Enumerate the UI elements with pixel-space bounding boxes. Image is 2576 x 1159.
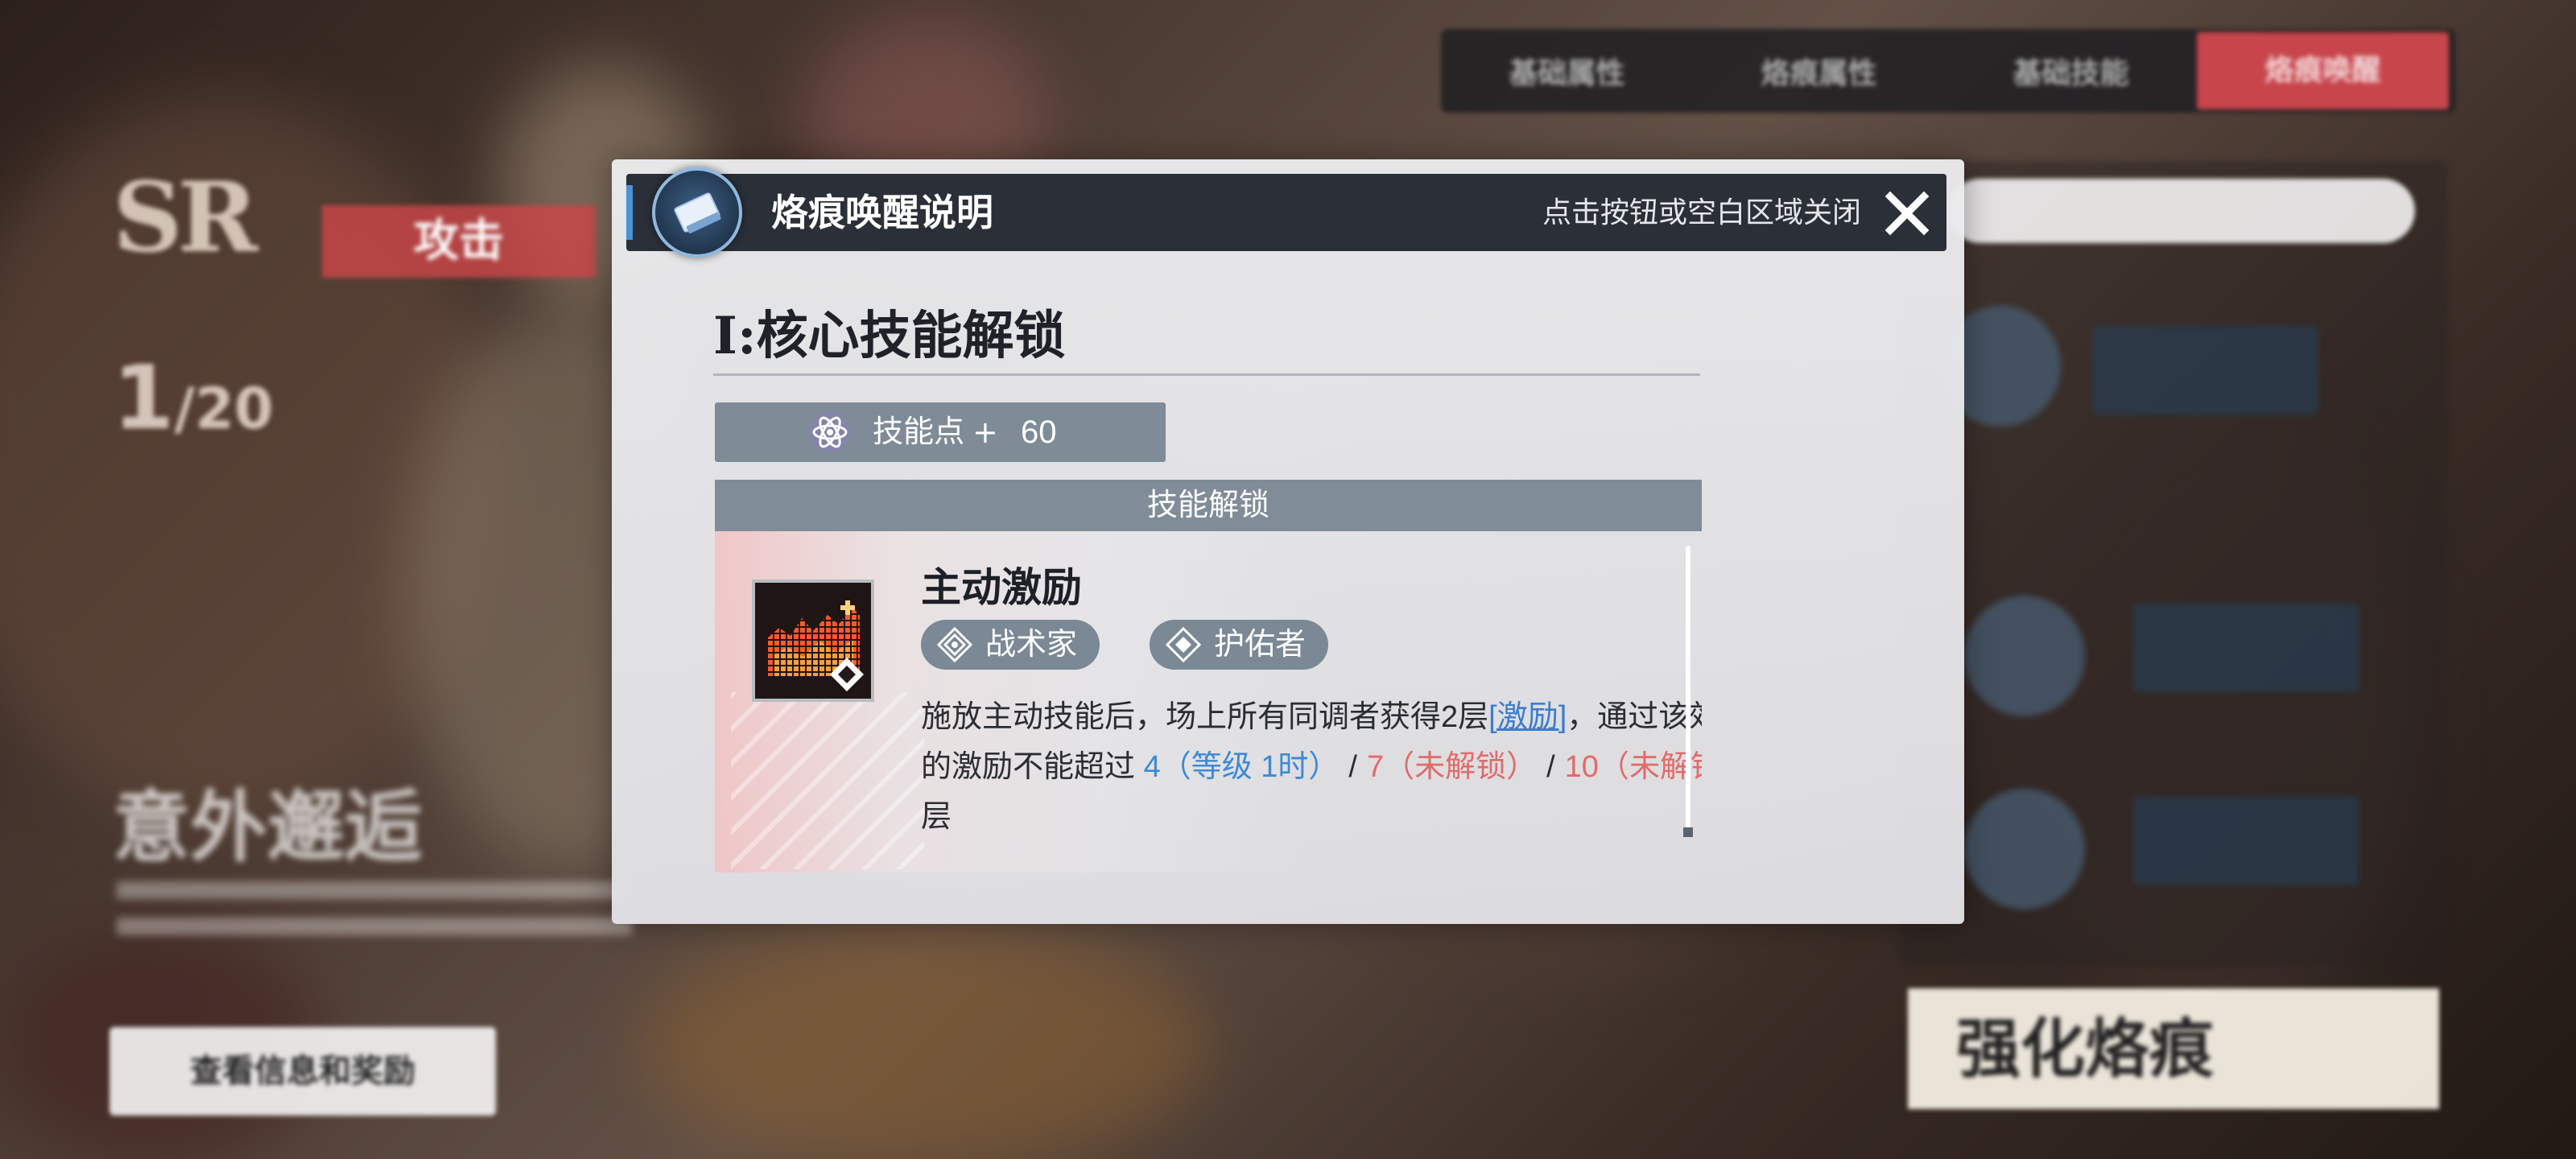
tag-label: 护佑者 bbox=[1214, 628, 1307, 662]
scrollbar-track[interactable] bbox=[1686, 546, 1690, 835]
skill-point-label: 技能点 bbox=[873, 415, 965, 449]
tactician-icon bbox=[937, 627, 972, 662]
diamond-badge-icon bbox=[830, 658, 864, 691]
close-hint: 点击按钮或空白区域关闭 bbox=[1542, 196, 1861, 229]
game-screen: 基础属性 烙痕属性 基础技能 烙痕唤醒 SR 攻击 1/20 意外邂逅 查看信息… bbox=[0, 0, 2576, 1159]
tree-node-label bbox=[2133, 604, 2359, 692]
tree-node-label bbox=[2093, 326, 2318, 415]
card-title: 意外邂逅 bbox=[113, 782, 422, 872]
protector-icon bbox=[1166, 627, 1201, 662]
skill-card[interactable]: 主动激励 战术家 护佑者 施放主动技能后，场上所有同调者获得2层[激励]，通过该… bbox=[715, 531, 1702, 872]
desc-text: 施放主动技能后，场上所有同调者获得2层 bbox=[921, 700, 1489, 734]
tag-tactician: 战术家 bbox=[921, 620, 1100, 670]
type-badge: 攻击 bbox=[322, 205, 596, 278]
atom-icon bbox=[810, 412, 850, 452]
rarity-label: SR bbox=[113, 161, 258, 274]
section-divider bbox=[713, 373, 1700, 376]
skill-point-value: 60 bbox=[1021, 415, 1057, 450]
tree-search-bar[interactable] bbox=[1948, 179, 2415, 243]
tree-node[interactable] bbox=[1964, 596, 2085, 716]
level-value-locked: 7（未解锁） bbox=[1366, 750, 1538, 784]
top-tab-bar: 基础属性 烙痕属性 基础技能 烙痕唤醒 bbox=[1441, 29, 2455, 113]
tab-imprint-awakening[interactable]: 烙痕唤醒 bbox=[2197, 32, 2449, 109]
level-value-current: 4（等级 1时） bbox=[1143, 750, 1340, 784]
book-icon bbox=[652, 167, 742, 258]
tab-imprint-attributes[interactable]: 烙痕属性 bbox=[1693, 50, 1945, 92]
dialog-header: 烙痕唤醒说明 点击按钮或空白区域关闭 bbox=[626, 167, 1946, 258]
tab-base-skills[interactable]: 基础技能 bbox=[1945, 50, 2197, 92]
tab-base-attributes[interactable]: 基础属性 bbox=[1441, 50, 1693, 92]
skill-name: 主动激励 bbox=[921, 563, 1082, 611]
dialog-title: 烙痕唤醒说明 bbox=[771, 192, 993, 233]
tag-protector: 护佑者 bbox=[1150, 620, 1329, 670]
tree-node[interactable] bbox=[1964, 789, 2085, 909]
card-description bbox=[117, 881, 632, 954]
skill-icon[interactable] bbox=[752, 580, 874, 702]
close-icon[interactable] bbox=[1879, 185, 1935, 241]
level-separator: / bbox=[1348, 750, 1357, 784]
level-max: 20 bbox=[195, 376, 274, 442]
desc-text: 层 bbox=[921, 800, 952, 834]
level-current: 1 bbox=[113, 346, 175, 449]
level-indicator: 1/20 bbox=[113, 346, 274, 449]
card-decoration bbox=[731, 692, 924, 869]
tag-label: 战术家 bbox=[985, 628, 1078, 662]
scrollbar-thumb[interactable] bbox=[1683, 827, 1693, 837]
skill-point-plus: + bbox=[972, 415, 998, 450]
skill-description: 施放主动技能后，场上所有同调者获得2层[激励]，通过该效果获得的激励不能超过 4… bbox=[921, 692, 1702, 842]
tree-node-label bbox=[2133, 797, 2359, 885]
view-info-button[interactable]: 查看信息和奖励 bbox=[109, 1027, 496, 1116]
awakening-info-dialog: 烙痕唤醒说明 点击按钮或空白区域关闭 I:核心技能解锁 技能点 + 60 技能解… bbox=[612, 159, 1964, 924]
section-title: I:核心技能解锁 bbox=[713, 306, 1066, 366]
level-separator: / bbox=[1546, 750, 1555, 784]
enhance-imprint-button[interactable]: 强化烙痕 bbox=[1908, 988, 2439, 1109]
header-accent bbox=[626, 185, 633, 240]
level-value-locked: 10（未解锁） bbox=[1564, 750, 1702, 784]
skill-unlock-header: 技能解锁 bbox=[715, 480, 1702, 531]
keyword-link[interactable]: [激励] bbox=[1488, 700, 1567, 734]
skill-point-reward: 技能点 + 60 bbox=[715, 402, 1166, 462]
